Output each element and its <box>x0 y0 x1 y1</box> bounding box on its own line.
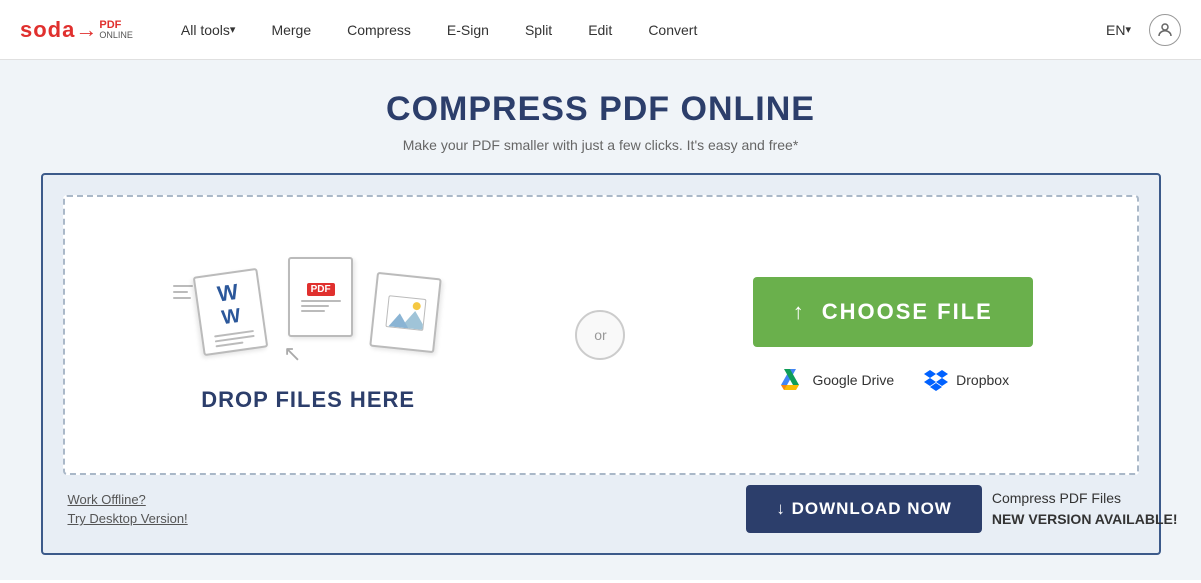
main-content: COMPRESS PDF ONLINE Make your PDF smalle… <box>0 60 1201 580</box>
logo-arrow-icon: → <box>75 17 97 43</box>
upload-arrow-icon: ↑ <box>793 299 806 325</box>
drop-container: W PDF <box>41 173 1161 555</box>
drop-zone[interactable]: W PDF <box>63 195 1139 475</box>
language-selector[interactable]: EN <box>1098 22 1139 38</box>
nav-right: EN <box>1098 14 1181 46</box>
image-preview-icon <box>385 295 426 331</box>
logo-online-text: ONLINE <box>99 31 133 40</box>
nav-merge[interactable]: Merge <box>253 0 329 60</box>
cloud-options: Google Drive Dropbox <box>776 367 1009 394</box>
page-subtitle: Make your PDF smaller with just a few cl… <box>403 137 799 153</box>
nav-edit[interactable]: Edit <box>570 0 630 60</box>
nav-all-tools[interactable]: All tools <box>163 0 254 60</box>
choose-area: ↑ CHOOSE FILE Google Dri <box>753 277 1033 394</box>
pdf-doc-icon: PDF <box>288 257 353 337</box>
download-btn-label: ↓ DOWNLOAD NOW <box>776 499 951 519</box>
or-divider: or <box>575 310 625 360</box>
logo[interactable]: soda → PDF ONLINE <box>20 17 133 43</box>
or-circle: or <box>575 310 625 360</box>
dropbox-icon <box>924 367 948 394</box>
download-desc-line1: Compress PDF Files <box>992 490 1121 506</box>
dropbox-button[interactable]: Dropbox <box>924 367 1009 394</box>
logo-soda-text: soda <box>20 17 75 43</box>
nav-convert[interactable]: Convert <box>630 0 715 60</box>
cursor-icon: ↖ <box>283 341 301 367</box>
choose-file-label: CHOOSE FILE <box>822 299 993 325</box>
logo-pdf-text: PDF <box>99 20 133 31</box>
dropbox-label: Dropbox <box>956 372 1009 388</box>
nav-compress[interactable]: Compress <box>329 0 429 60</box>
word-doc-icon: W <box>193 268 269 356</box>
bottom-bar: Work Offline? Try Desktop Version! ↓ DOW… <box>63 485 1183 533</box>
download-description: Compress PDF Files NEW VERSION AVAILABLE… <box>992 488 1178 530</box>
google-drive-button[interactable]: Google Drive <box>776 367 894 394</box>
main-nav: All tools Merge Compress E-Sign Split Ed… <box>163 0 1098 60</box>
choose-file-button[interactable]: ↑ CHOOSE FILE <box>753 277 1033 347</box>
nav-split[interactable]: Split <box>507 0 570 60</box>
image-doc-icon <box>369 272 441 353</box>
doc-icons-container: W PDF <box>168 257 448 367</box>
desktop-version-link[interactable]: Try Desktop Version! <box>68 511 188 526</box>
page-title: COMPRESS PDF ONLINE <box>386 90 815 129</box>
drop-files-area: W PDF <box>168 257 448 413</box>
nav-esign[interactable]: E-Sign <box>429 0 507 60</box>
drop-files-label: DROP FILES HERE <box>201 387 415 413</box>
logo-sub: PDF ONLINE <box>99 20 133 40</box>
user-account-icon[interactable] <box>1149 14 1181 46</box>
google-drive-icon <box>776 367 804 394</box>
speed-lines-icon <box>173 285 193 303</box>
pdf-label: PDF <box>307 283 335 296</box>
download-now-button[interactable]: ↓ DOWNLOAD NOW <box>746 485 981 533</box>
download-desc-line2: NEW VERSION AVAILABLE! <box>992 509 1178 530</box>
google-drive-label: Google Drive <box>812 372 894 388</box>
header: soda → PDF ONLINE All tools Merge Compre… <box>0 0 1201 60</box>
work-offline-link[interactable]: Work Offline? <box>68 492 188 507</box>
offline-links: Work Offline? Try Desktop Version! <box>68 492 188 526</box>
